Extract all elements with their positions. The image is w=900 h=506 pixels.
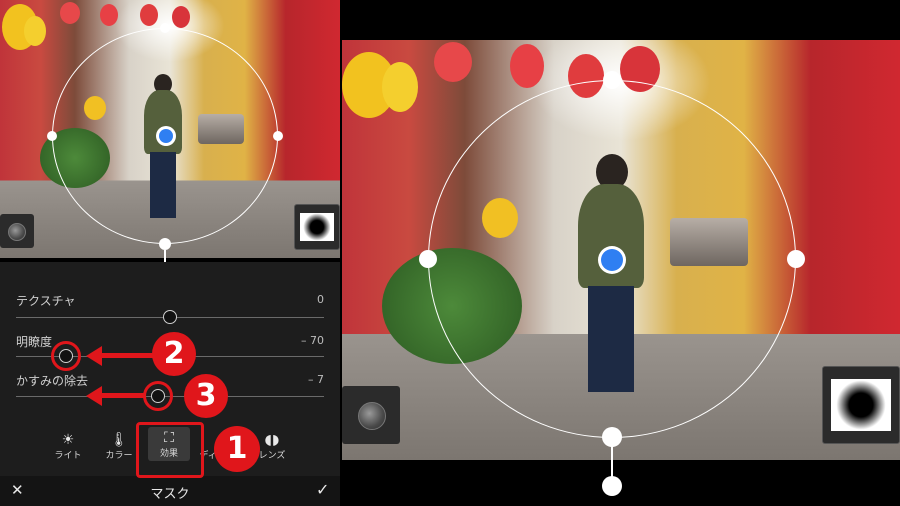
tab-color[interactable]: 🌡 カラー: [98, 432, 140, 461]
dehaze-value: – 7: [308, 373, 324, 386]
mask-handle-top[interactable]: [160, 23, 170, 33]
clarity-value: – 70: [301, 334, 324, 347]
clarity-label: 明瞭度: [16, 335, 53, 349]
mask-handle-bottom-large[interactable]: [602, 427, 622, 447]
bottom-bar: ✕ マスク ✓: [0, 476, 340, 506]
dehaze-label: かすみの除去: [16, 374, 89, 388]
radial-mask-thumbnail-icon: [300, 213, 334, 241]
tab-light[interactable]: ☀ ライト: [48, 432, 88, 461]
step-badge-2: 2: [152, 332, 196, 376]
arrow-3-shaft: [100, 393, 144, 398]
feather-handle-large[interactable]: [602, 476, 622, 496]
right-preview: [340, 0, 900, 506]
tab-light-label: ライト: [54, 451, 82, 461]
mask-thumbnail-button-large[interactable]: [822, 366, 900, 444]
mask-title: マスク: [150, 487, 190, 502]
mask-toggle-button[interactable]: [0, 214, 34, 248]
tab-lens-label: レンズ: [258, 451, 286, 461]
sun-icon: ☀: [61, 432, 75, 448]
mask-toggle-icon: [8, 223, 26, 241]
mask-handle-left-large[interactable]: [419, 250, 437, 268]
mask-toggle-button-large[interactable]: [342, 386, 400, 444]
mask-toggle-icon-large: [358, 402, 386, 430]
step-badge-1: 1: [214, 426, 260, 472]
check-icon[interactable]: ✓: [316, 480, 329, 499]
mask-handle-bottom[interactable]: [159, 238, 171, 250]
mask-center-pin[interactable]: [156, 126, 176, 146]
texture-value: 0: [317, 293, 324, 306]
mask-handle-right[interactable]: [273, 131, 283, 141]
texture-slider-knob[interactable]: [163, 310, 177, 324]
left-app-screenshot: テクスチャ 0 明瞭度 – 70 かすみの除去 – 7 ☀ ライト 🌡 カラー …: [0, 0, 340, 506]
tab-color-label: カラー: [105, 451, 133, 461]
radial-mask-thumbnail-icon-large: [831, 379, 891, 431]
step-badge-3: 3: [184, 374, 228, 418]
mask-handle-right-large[interactable]: [787, 250, 805, 268]
texture-label: テクスチャ: [16, 294, 76, 308]
mask-thumbnail-button[interactable]: [294, 204, 340, 250]
mask-handle-left[interactable]: [47, 131, 57, 141]
effects-tab-highlight: [136, 422, 204, 478]
dehaze-knob-highlight: [143, 381, 173, 411]
mask-handle-top-large[interactable]: [603, 71, 621, 89]
mask-center-pin-large[interactable]: [598, 246, 626, 274]
thermometer-icon: 🌡: [110, 432, 128, 448]
arrow-2-shaft: [100, 353, 154, 358]
clarity-knob-highlight: [51, 341, 81, 371]
